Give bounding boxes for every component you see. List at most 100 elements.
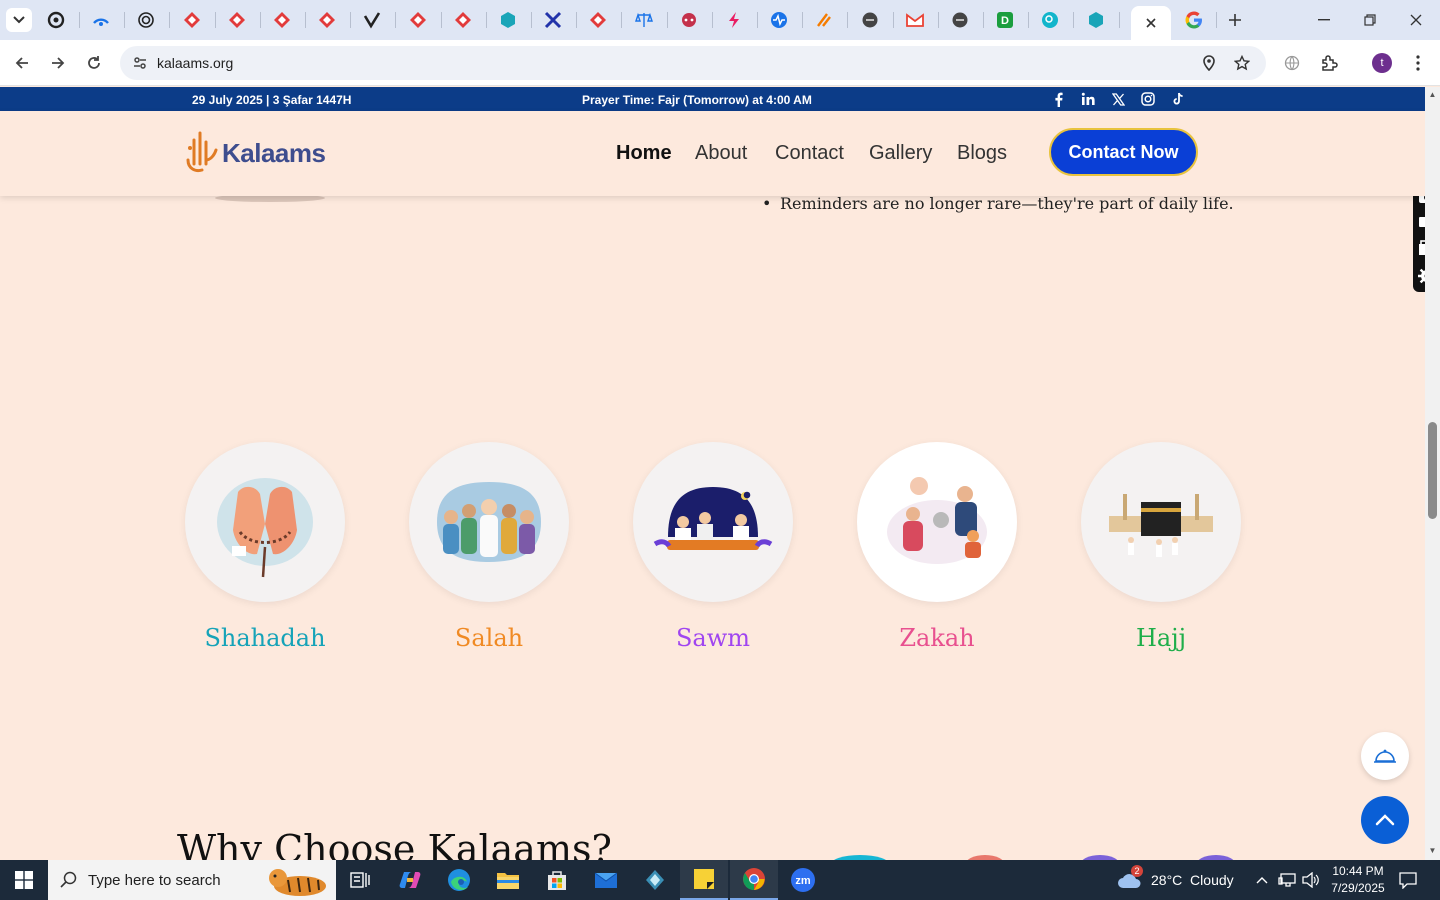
reload-button[interactable] bbox=[80, 49, 108, 77]
taskbar-search[interactable]: Type here to search bbox=[48, 860, 336, 900]
list-item: Reminders are no longer rare—they're par… bbox=[762, 194, 1234, 213]
minimize-button[interactable] bbox=[1304, 6, 1344, 34]
linkedin-link[interactable] bbox=[1080, 91, 1096, 107]
taskbar-sticky-notes[interactable] bbox=[680, 860, 728, 900]
x-link[interactable] bbox=[1110, 91, 1126, 107]
restore-button[interactable] bbox=[1350, 6, 1390, 34]
nav-about[interactable]: About bbox=[695, 142, 747, 165]
pinned-tab[interactable] bbox=[1038, 8, 1062, 32]
contact-now-button[interactable]: Contact Now bbox=[1049, 128, 1198, 176]
pinned-tab[interactable] bbox=[225, 8, 249, 32]
pinned-tab[interactable] bbox=[44, 8, 68, 32]
taskbar-clock[interactable]: 10:44 PM 7/29/2025 bbox=[1330, 863, 1386, 897]
pinned-tab[interactable] bbox=[632, 8, 656, 32]
chat-bell-button[interactable] bbox=[1361, 732, 1409, 780]
nav-gallery[interactable]: Gallery bbox=[869, 142, 932, 165]
pinned-tab[interactable] bbox=[406, 8, 430, 32]
pinned-tab[interactable] bbox=[270, 8, 294, 32]
google-tab[interactable] bbox=[1182, 8, 1206, 32]
new-tab-button[interactable] bbox=[1223, 8, 1247, 32]
pinned-tab[interactable] bbox=[948, 8, 972, 32]
scroll-thumb[interactable] bbox=[1428, 422, 1437, 519]
chevron-down-icon bbox=[13, 16, 25, 24]
pinned-tab[interactable] bbox=[134, 8, 158, 32]
instagram-link[interactable] bbox=[1140, 91, 1156, 107]
weather-text[interactable]: 28°C Cloudy bbox=[1151, 872, 1234, 888]
tab-search-button[interactable] bbox=[6, 8, 32, 32]
task-view-button[interactable] bbox=[336, 860, 384, 900]
tray-overflow-button[interactable] bbox=[1250, 860, 1274, 900]
pinned-tab[interactable] bbox=[180, 8, 204, 32]
forward-button[interactable] bbox=[44, 49, 72, 77]
page-scrollbar[interactable]: ▲ ▼ bbox=[1425, 87, 1440, 860]
pinned-tab[interactable] bbox=[451, 8, 475, 32]
scroll-up-arrow[interactable]: ▲ bbox=[1428, 90, 1437, 99]
scroll-down-arrow[interactable]: ▼ bbox=[1428, 846, 1437, 855]
pillar-sawm[interactable]: Sawm bbox=[632, 442, 794, 652]
tiktok-link[interactable] bbox=[1170, 91, 1186, 107]
nav-contact[interactable]: Contact bbox=[775, 142, 844, 165]
translate-button[interactable] bbox=[1278, 49, 1306, 77]
section-title: Why Choose Kalaams? bbox=[177, 827, 612, 860]
nav-home[interactable]: Home bbox=[616, 142, 672, 165]
weather-widget[interactable] bbox=[1112, 860, 1148, 900]
network-button[interactable] bbox=[1275, 860, 1299, 900]
x-icon bbox=[1111, 92, 1125, 106]
instagram-icon bbox=[1141, 92, 1155, 106]
taskbar-chrome[interactable] bbox=[730, 860, 778, 900]
diamond-app-icon bbox=[229, 12, 245, 28]
pinned-tab[interactable]: D bbox=[993, 8, 1017, 32]
taskbar-edge[interactable] bbox=[435, 860, 483, 900]
url-text[interactable]: kalaams.org bbox=[157, 55, 233, 71]
pinned-tab[interactable] bbox=[903, 8, 927, 32]
profile-avatar[interactable]: t bbox=[1372, 53, 1392, 73]
tab-separator bbox=[667, 12, 668, 28]
menu-button[interactable] bbox=[1404, 49, 1432, 77]
location-button[interactable] bbox=[1197, 51, 1221, 75]
pinned-tab[interactable] bbox=[858, 8, 882, 32]
volume-button[interactable] bbox=[1299, 860, 1323, 900]
nav-blogs[interactable]: Blogs bbox=[957, 142, 1007, 165]
site-logo[interactable]: Kalaams bbox=[184, 129, 326, 177]
taskbar-store[interactable] bbox=[533, 860, 581, 900]
pillar-salah[interactable]: Salah bbox=[408, 442, 570, 652]
arrow-right-icon bbox=[52, 57, 65, 69]
close-icon[interactable] bbox=[1145, 17, 1157, 29]
pinned-tab[interactable] bbox=[722, 8, 746, 32]
kebab-menu-icon bbox=[1416, 55, 1420, 71]
pinned-tab[interactable] bbox=[767, 8, 791, 32]
back-button[interactable] bbox=[8, 49, 36, 77]
taskbar-copilot[interactable] bbox=[386, 860, 434, 900]
clock-date: 7/29/2025 bbox=[1331, 881, 1385, 895]
close-window-button[interactable] bbox=[1396, 6, 1436, 34]
site-info-button[interactable] bbox=[128, 51, 152, 75]
pinned-tab[interactable] bbox=[541, 8, 565, 32]
extensions-button[interactable] bbox=[1315, 49, 1343, 77]
globe-icon bbox=[862, 12, 878, 28]
search-highlight-tiger-icon bbox=[269, 869, 326, 896]
pinned-tab[interactable] bbox=[89, 8, 113, 32]
taskbar-mail[interactable] bbox=[582, 860, 630, 900]
pillar-hajj[interactable]: Hajj bbox=[1080, 442, 1242, 652]
scroll-to-top-button[interactable] bbox=[1361, 796, 1409, 844]
pinned-tab[interactable] bbox=[315, 8, 339, 32]
pinned-tab[interactable] bbox=[360, 8, 384, 32]
pinned-tab[interactable] bbox=[586, 8, 610, 32]
pillar-shahadah[interactable]: Shahadah bbox=[184, 442, 346, 652]
pinned-tab[interactable] bbox=[496, 8, 520, 32]
taskbar-zoom[interactable]: zm bbox=[779, 860, 827, 900]
taskbar-app-diamond[interactable] bbox=[631, 860, 679, 900]
start-button[interactable] bbox=[0, 860, 48, 900]
taskbar-file-explorer[interactable] bbox=[484, 860, 532, 900]
pillar-zakah[interactable]: Zakah bbox=[856, 442, 1018, 652]
pinned-tab[interactable] bbox=[677, 8, 701, 32]
pinned-tab[interactable] bbox=[1084, 8, 1108, 32]
notification-center-button[interactable] bbox=[1392, 860, 1424, 900]
charity-icon bbox=[887, 477, 987, 564]
address-bar[interactable]: kalaams.org bbox=[120, 46, 1266, 80]
pinned-tab[interactable] bbox=[812, 8, 836, 32]
tab-separator bbox=[215, 12, 216, 28]
facebook-link[interactable] bbox=[1050, 91, 1066, 107]
active-tab[interactable] bbox=[1131, 6, 1171, 40]
bookmark-button[interactable] bbox=[1230, 51, 1254, 75]
